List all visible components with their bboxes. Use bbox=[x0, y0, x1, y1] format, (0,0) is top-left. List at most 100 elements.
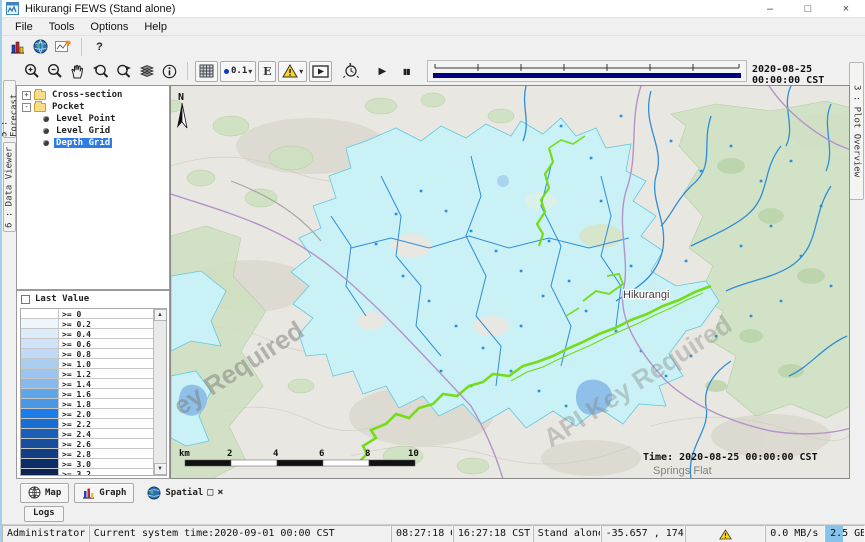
legend-swatch bbox=[21, 429, 59, 438]
tab-data-viewer[interactable]: 6 : Data Viewer bbox=[3, 142, 16, 232]
tree-item-depth-grid[interactable]: Depth Grid bbox=[54, 138, 112, 148]
legend-swatch bbox=[21, 319, 59, 328]
legend-swatch bbox=[21, 339, 59, 348]
maximize-button[interactable]: □ bbox=[789, 0, 827, 18]
legend-swatch bbox=[21, 459, 59, 468]
map-toolbar: 0.1 ▾ E ▾ ▶ ▮▮ ■ ▮◀ ▶▮ ● 2020-08-25 00:0… bbox=[2, 57, 848, 85]
node-bullet-icon bbox=[43, 128, 49, 134]
menu-file[interactable]: File bbox=[7, 19, 41, 35]
legend-swatch bbox=[21, 419, 59, 428]
current-time-label: 2020-08-25 00:00:00 CST bbox=[752, 64, 848, 86]
time-slider-bar bbox=[433, 73, 741, 78]
layers-button[interactable] bbox=[135, 61, 158, 82]
spatial-globe-icon bbox=[147, 486, 161, 500]
legend-swatch bbox=[21, 389, 59, 398]
tree-item-level-grid[interactable]: Level Grid bbox=[54, 126, 112, 136]
status-gmt-time: 08:27:18 GMT bbox=[391, 525, 453, 542]
folder-icon bbox=[34, 103, 46, 112]
svg-text:2: 2 bbox=[227, 449, 232, 459]
legend-scrollbar[interactable]: ▲ ▼ bbox=[153, 309, 166, 475]
status-mode: Stand alone bbox=[533, 525, 601, 542]
panel-maximize-icon[interactable]: □ bbox=[207, 487, 213, 498]
menu-tools[interactable]: Tools bbox=[41, 19, 83, 35]
timeseries-dialog-button[interactable] bbox=[52, 36, 75, 57]
tree-item-pocket[interactable]: Pocket bbox=[50, 102, 87, 112]
thresholds-dropdown[interactable]: ▾ bbox=[278, 61, 307, 82]
pan-hand-button[interactable] bbox=[66, 61, 89, 82]
legend-row: >= 0.2 bbox=[21, 319, 153, 329]
node-bullet-icon bbox=[43, 140, 49, 146]
status-user: Administrator bbox=[2, 525, 89, 542]
collapse-icon[interactable]: - bbox=[22, 103, 31, 112]
legend-row: >= 1.4 bbox=[21, 379, 153, 389]
svg-text:6: 6 bbox=[319, 449, 324, 459]
zoom-out-button[interactable] bbox=[43, 61, 66, 82]
legend-row: >= 0.4 bbox=[21, 329, 153, 339]
legend-row: >= 3.0 bbox=[21, 459, 153, 469]
legend-row: >= 2.2 bbox=[21, 419, 153, 429]
scroll-down-icon[interactable]: ▼ bbox=[154, 463, 167, 475]
tree-item-level-point[interactable]: Level Point bbox=[54, 114, 118, 124]
grid-interval-dropdown[interactable]: 0.1 ▾ bbox=[220, 61, 256, 82]
menu-options[interactable]: Options bbox=[82, 19, 136, 35]
grid-display-button[interactable] bbox=[195, 61, 218, 82]
tab-graph[interactable]: Graph bbox=[74, 483, 134, 503]
map-canvas[interactable]: ey Required API Key Required N km 2 4 6 … bbox=[170, 85, 850, 479]
last-value-label: Last Value bbox=[35, 294, 89, 304]
svg-text:km: km bbox=[179, 449, 190, 459]
tab-map[interactable]: Map bbox=[20, 483, 69, 503]
legend-swatch bbox=[21, 379, 59, 388]
tree-row: Level Grid bbox=[17, 125, 169, 137]
globe-icon bbox=[28, 486, 41, 499]
zoom-in-button[interactable] bbox=[20, 61, 43, 82]
tree-item-cross-section[interactable]: Cross-section bbox=[50, 90, 124, 100]
chevron-down-icon: ▾ bbox=[248, 67, 252, 76]
scroll-up-icon[interactable]: ▲ bbox=[154, 309, 167, 321]
tab-plot-overview[interactable]: 3 : Plot Overview bbox=[849, 62, 864, 200]
status-warning-cell[interactable] bbox=[685, 525, 765, 542]
animation-speed-icon[interactable] bbox=[339, 61, 362, 82]
logs-row: Logs bbox=[2, 506, 865, 524]
svg-text:4: 4 bbox=[273, 449, 279, 459]
labels-toggle-button[interactable]: E bbox=[258, 61, 276, 82]
warning-icon bbox=[719, 529, 732, 540]
close-button[interactable]: × bbox=[827, 0, 865, 18]
play-button[interactable]: ▶ bbox=[370, 61, 394, 82]
last-value-checkbox[interactable] bbox=[21, 295, 30, 304]
tab-forecast[interactable]: 5 : Forecast bbox=[3, 80, 16, 138]
zoom-previous-button[interactable] bbox=[89, 61, 112, 82]
zoom-next-button[interactable] bbox=[112, 61, 135, 82]
forecast-chart-button[interactable] bbox=[6, 36, 29, 57]
menu-bar: File Tools Options Help bbox=[2, 18, 865, 36]
interval-dot-icon bbox=[224, 69, 229, 74]
time-slider[interactable] bbox=[427, 60, 747, 82]
legend-table: >= 0 >= 0.2 >= 0.4 >= 0.6 >= 0.8 >= 1.0 … bbox=[20, 308, 167, 476]
layer-tree-panel: + Cross-section - Pocket Level Point Lev… bbox=[16, 85, 170, 290]
legend-swatch bbox=[21, 409, 59, 418]
legend-swatch bbox=[21, 309, 59, 318]
legend-swatch bbox=[21, 359, 59, 368]
expand-icon[interactable]: + bbox=[22, 91, 31, 100]
legend-swatch bbox=[21, 399, 59, 408]
minimize-button[interactable]: – bbox=[751, 0, 789, 18]
legend-swatch bbox=[21, 329, 59, 338]
pause-button[interactable]: ▮▮ bbox=[394, 61, 418, 82]
help-button[interactable]: ? bbox=[88, 36, 111, 57]
panel-close-icon[interactable]: × bbox=[217, 487, 223, 498]
animation-dialog-button[interactable] bbox=[309, 61, 332, 82]
tree-row: - Pocket bbox=[17, 101, 169, 113]
toolbar-separator bbox=[81, 38, 82, 56]
window-title: Hikurangi FEWS (Stand alone) bbox=[25, 3, 175, 15]
status-coordinates: -35.657 , 174.199 bbox=[601, 525, 686, 542]
legend-swatch bbox=[21, 449, 59, 458]
info-button[interactable] bbox=[158, 61, 181, 82]
toolbar-separator bbox=[187, 62, 188, 80]
main-toolbar: ? bbox=[2, 36, 865, 57]
logs-button[interactable]: Logs bbox=[24, 506, 64, 522]
tab-spatial[interactable]: Spatial □ × bbox=[139, 483, 231, 503]
map-display-button[interactable] bbox=[29, 36, 52, 57]
legend-row: >= 3.2 bbox=[21, 469, 153, 476]
menu-help[interactable]: Help bbox=[136, 19, 175, 35]
svg-text:10: 10 bbox=[408, 449, 419, 459]
legend-row: >= 2.4 bbox=[21, 429, 153, 439]
